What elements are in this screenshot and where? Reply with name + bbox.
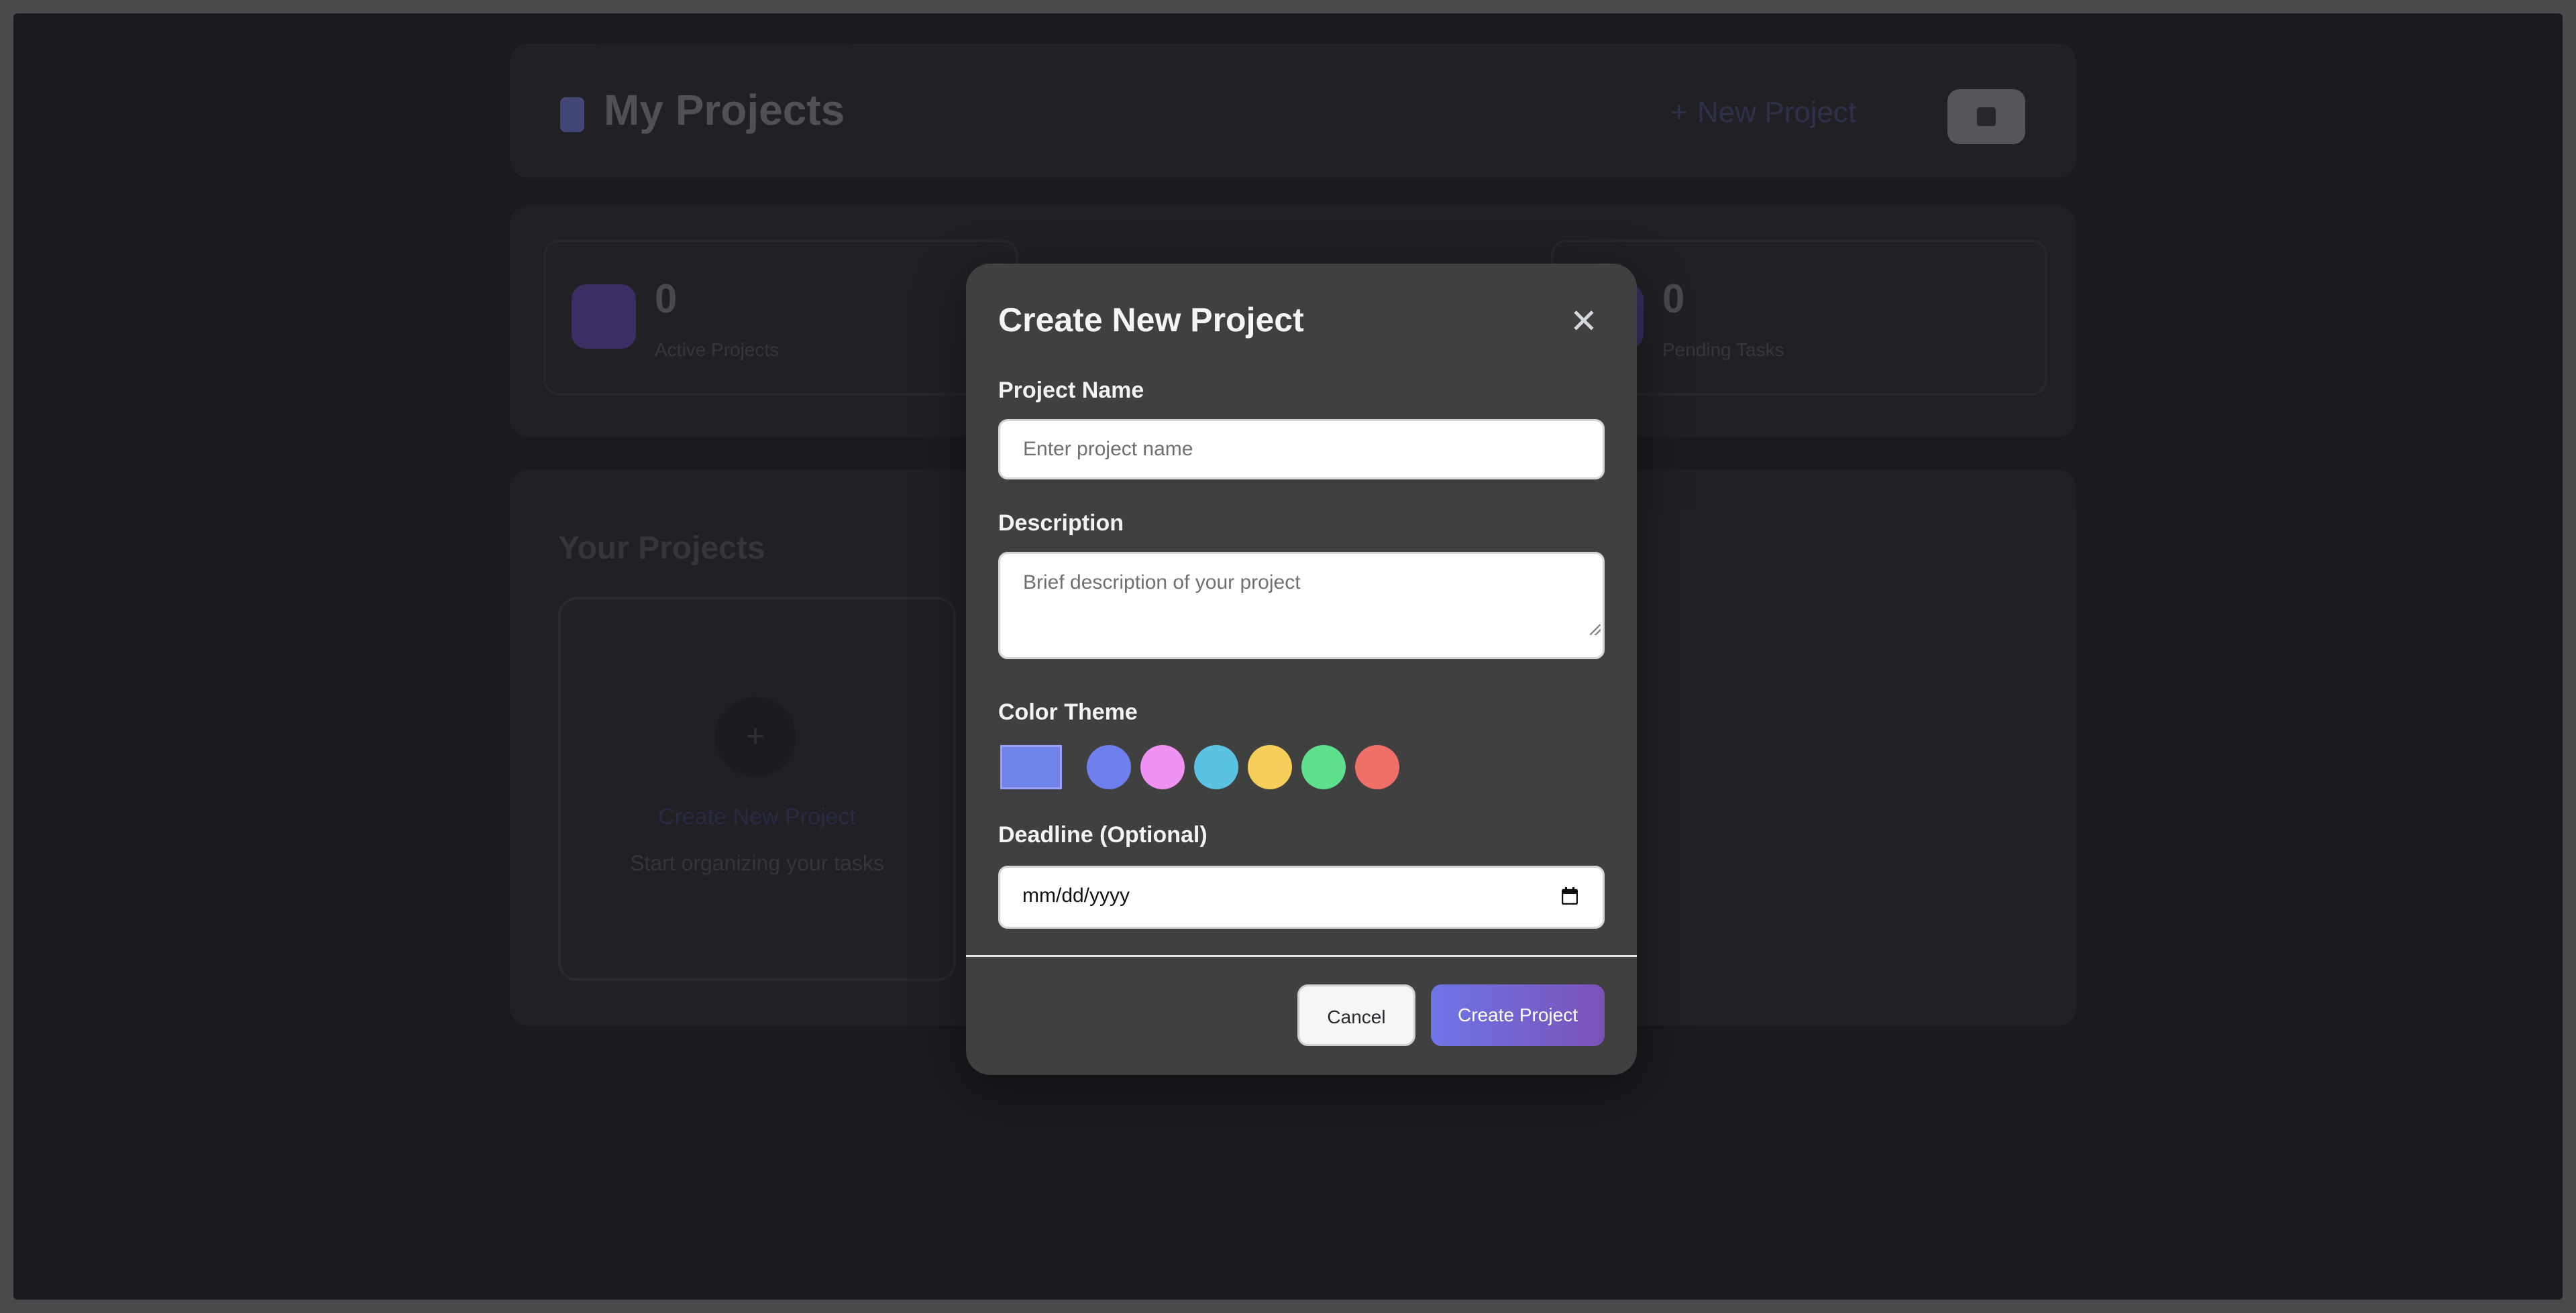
create-project-card-subtitle: Start organizing your tasks (630, 851, 884, 875)
browser-viewport: My Projects + New Project 0 Active Proje… (13, 13, 2563, 1300)
modal-title: Create New Project (998, 301, 1304, 339)
plus-icon: + (715, 697, 796, 777)
theme-toggle-button[interactable] (1947, 89, 2025, 144)
create-project-card[interactable]: + Create New Project Start organizing yo… (558, 597, 956, 981)
new-project-button[interactable]: New Project (1697, 96, 1856, 129)
color-theme-label: Color Theme (998, 699, 1138, 725)
deadline-label: Deadline (Optional) (998, 822, 1208, 848)
resize-handle-icon[interactable] (1590, 624, 1601, 635)
stat-value: 0 (655, 276, 678, 321)
folder-icon (572, 284, 636, 349)
stat-label: Pending Tasks (1662, 339, 1784, 360)
create-project-card-title: Create New Project (658, 804, 856, 830)
color-swatch[interactable] (1248, 745, 1292, 789)
page-title: My Projects (604, 86, 845, 134)
color-swatch[interactable] (1301, 745, 1346, 789)
calendar-icon[interactable] (1562, 887, 1578, 905)
color-swatch[interactable] (1194, 745, 1238, 789)
color-swatch[interactable] (1140, 745, 1185, 789)
app-header: My Projects + New Project (510, 44, 2076, 178)
footer-divider (966, 955, 1637, 957)
plus-icon: + (1670, 96, 1688, 129)
create-project-modal: Create New Project ✕ Project Name Descri… (966, 264, 1637, 1075)
project-name-label: Project Name (998, 378, 1144, 403)
deadline-date-value: mm/dd/yyyy (1022, 884, 1130, 907)
stat-label: Active Projects (655, 339, 780, 360)
stat-card-active-projects: 0 Active Projects (543, 239, 1018, 396)
stat-value: 0 (1662, 276, 1685, 321)
section-title: Your Projects (558, 530, 765, 566)
color-swatch[interactable] (1355, 745, 1399, 789)
project-name-input[interactable] (998, 419, 1605, 479)
description-textarea[interactable] (998, 552, 1605, 659)
clipboard-icon (560, 97, 584, 132)
color-swatch[interactable] (1087, 745, 1131, 789)
color-picker-selected[interactable] (1000, 745, 1062, 789)
close-icon[interactable]: ✕ (1566, 304, 1601, 339)
cancel-button[interactable]: Cancel (1297, 984, 1415, 1046)
create-project-button[interactable]: Create Project (1431, 984, 1605, 1046)
description-label: Description (998, 510, 1124, 536)
